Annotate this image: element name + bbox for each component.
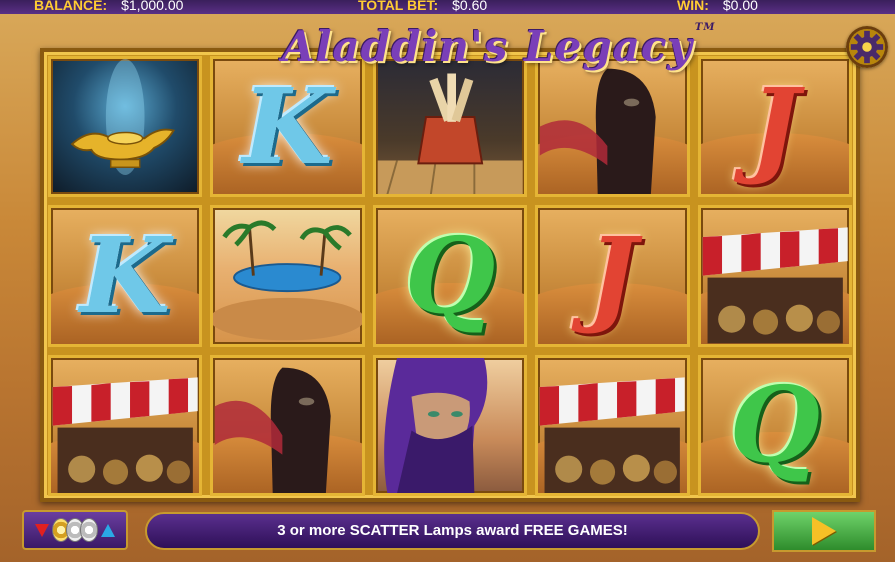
total-bet-label: TOTAL BET: xyxy=(358,0,439,13)
balance-value: $1,000.00 xyxy=(121,0,184,13)
message-bar: 3 or more SCATTER Lamps award FREE GAMES… xyxy=(145,512,760,550)
reel-grid: K J K Q J Q xyxy=(48,56,852,496)
bet-increase-icon[interactable] xyxy=(101,523,115,537)
game-logo: Aladdin's Legacy TM xyxy=(282,22,714,82)
reel-cell-j: J xyxy=(535,205,690,347)
symbol-q: Q xyxy=(404,213,496,337)
bet-decrease-icon[interactable] xyxy=(35,523,49,537)
symbol-q: Q xyxy=(729,363,821,487)
spin-button[interactable] xyxy=(772,510,876,552)
reel-cell-oasis xyxy=(210,205,365,347)
symbol-j: J xyxy=(587,213,637,337)
reel-cell-camel xyxy=(210,354,365,496)
win-display: WIN: $0.00 xyxy=(677,0,758,12)
camel-rider-icon xyxy=(215,367,332,493)
reel-cell-j: J xyxy=(697,56,852,198)
bet-adjust-button[interactable] xyxy=(22,510,128,550)
symbol-j: J xyxy=(750,64,800,188)
reel-cell-q: Q xyxy=(697,354,852,496)
play-icon xyxy=(812,517,836,545)
market-stall-icon xyxy=(52,376,198,493)
status-bar: BALANCE: $1,000.00 TOTAL BET: $0.60 WIN: $0… xyxy=(0,0,895,14)
coin-icon xyxy=(80,518,98,542)
reel-cell-market xyxy=(697,205,852,347)
reel-cell-q: Q xyxy=(372,205,528,347)
gear-icon xyxy=(850,30,884,64)
reel-cell-k: K xyxy=(48,205,203,347)
balance-label: BALANCE: xyxy=(34,0,108,13)
lamp-icon xyxy=(70,59,176,175)
game-title: Aladdin's Legacy xyxy=(282,22,693,71)
aladdin-icon xyxy=(383,357,488,493)
symbol-k: K xyxy=(242,64,333,188)
symbol-k: K xyxy=(80,213,171,337)
win-label: WIN: xyxy=(677,0,709,13)
oasis-icon xyxy=(213,220,362,341)
win-value: $0.00 xyxy=(722,0,758,13)
reel-cell-lamp xyxy=(48,56,203,198)
total-bet-display: TOTAL BET: $0.60 xyxy=(358,0,487,12)
reel-cell-market xyxy=(535,354,690,496)
reel-cell-aladdin xyxy=(372,354,528,496)
trademark: TM xyxy=(694,22,716,33)
message-text: 3 or more SCATTER Lamps award FREE GAMES… xyxy=(277,522,628,539)
settings-button[interactable] xyxy=(846,26,888,68)
market-stall-icon xyxy=(539,376,685,493)
reel-cell-market xyxy=(48,354,203,496)
market-stall-icon xyxy=(702,227,848,344)
balance-display: BALANCE: $1,000.00 xyxy=(34,0,183,12)
total-bet-value: $0.60 xyxy=(452,0,488,13)
